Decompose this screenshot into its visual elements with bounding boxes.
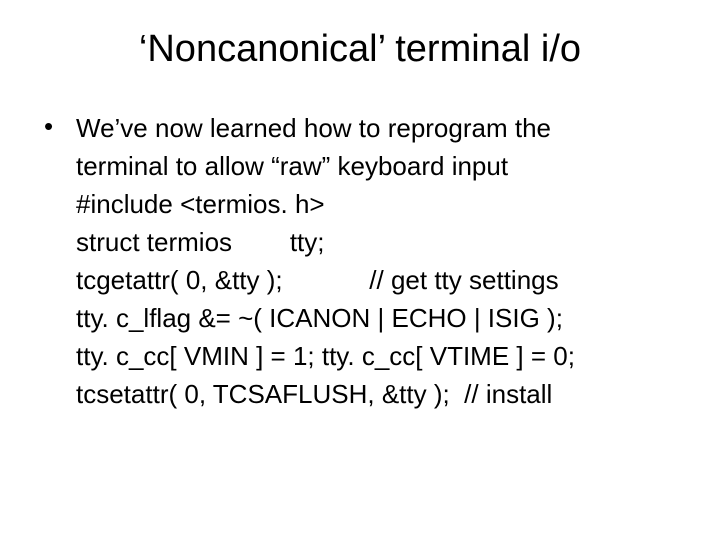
body-line-3: struct termios tty; (76, 223, 575, 261)
body-line-5: tty. c_lflag &= ~( ICANON | ECHO | ISIG … (76, 299, 575, 337)
bullet-item: • We’ve now learned how to reprogram the… (42, 109, 678, 413)
body-line-4: tcgetattr( 0, &tty ); // get tty setting… (76, 261, 575, 299)
body-line-7: tcsetattr( 0, TCSAFLUSH, &tty ); // inst… (76, 375, 575, 413)
body-line-0: We’ve now learned how to reprogram the (76, 109, 575, 147)
body-line-2: #include <termios. h> (76, 185, 575, 223)
body-line-1: terminal to allow “raw” keyboard input (76, 147, 575, 185)
bullet-dot: • (42, 109, 76, 143)
bullet-body: We’ve now learned how to reprogram the t… (76, 109, 575, 413)
slide-title: ‘Noncanonical’ terminal i/o (42, 28, 678, 71)
slide: ‘Noncanonical’ terminal i/o • We’ve now … (0, 0, 720, 540)
body-line-6: tty. c_cc[ VMIN ] = 1; tty. c_cc[ VTIME … (76, 337, 575, 375)
